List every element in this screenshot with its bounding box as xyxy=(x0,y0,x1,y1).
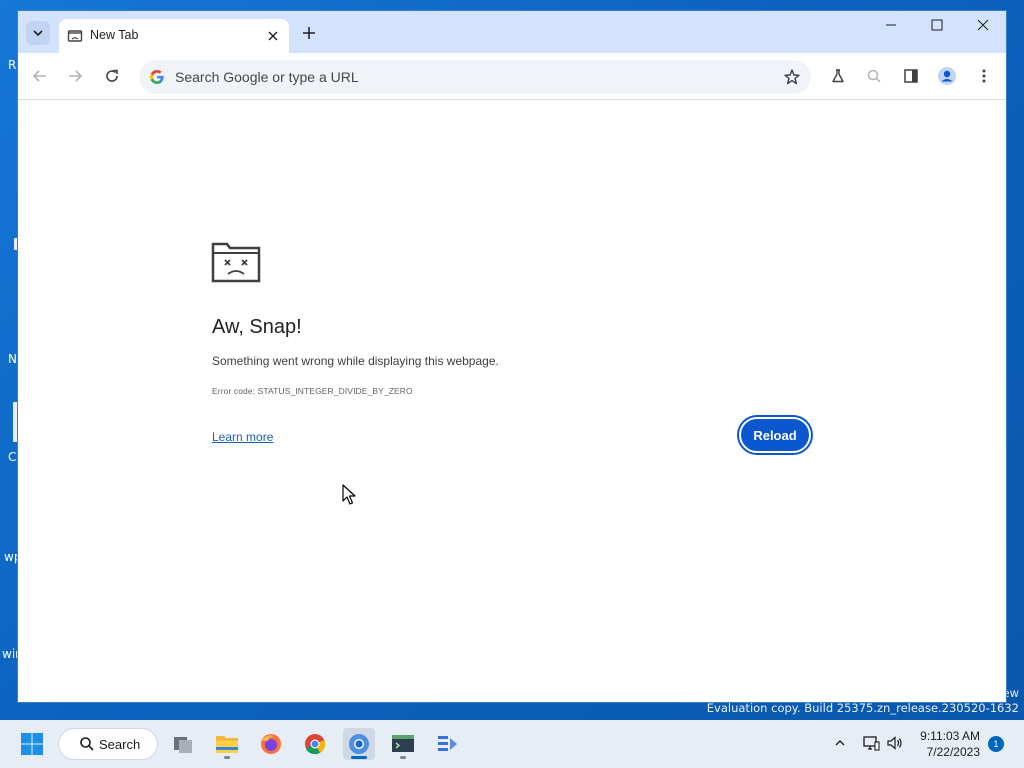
desktop-icon-label[interactable]: R xyxy=(8,58,16,72)
dev-app-button[interactable] xyxy=(431,728,463,760)
avatar-icon xyxy=(938,67,956,85)
chevron-up-icon xyxy=(835,740,845,746)
tab-close-button[interactable] xyxy=(263,26,283,46)
sad-tab-icon xyxy=(67,30,83,42)
error-code: Error code: STATUS_INTEGER_DIVIDE_BY_ZER… xyxy=(212,386,413,396)
omnibox[interactable] xyxy=(139,60,811,94)
zoom-button[interactable] xyxy=(862,64,886,88)
reload-button[interactable]: Reload xyxy=(739,417,811,453)
arrow-right-icon xyxy=(69,70,83,82)
chevron-down-icon xyxy=(33,30,43,37)
profile-button[interactable] xyxy=(935,64,959,88)
star-icon[interactable] xyxy=(783,68,801,86)
clock-date: 7/22/2023 xyxy=(926,745,980,759)
taskbar-search-label: Search xyxy=(99,737,141,752)
running-indicator xyxy=(224,756,230,759)
tab-search-button[interactable] xyxy=(26,21,50,45)
maximize-icon xyxy=(931,19,943,31)
task-view-button[interactable] xyxy=(167,728,199,760)
sad-folder-icon xyxy=(211,242,261,283)
chrome-button[interactable] xyxy=(299,728,331,760)
taskbar: Search 9:11:03 AM 7/22/2023 1 xyxy=(0,720,1024,768)
taskbar-search[interactable]: Search xyxy=(59,729,157,759)
close-icon xyxy=(977,19,989,31)
terminal-icon xyxy=(392,735,414,752)
file-explorer-button[interactable] xyxy=(211,728,243,760)
firefox-button[interactable] xyxy=(255,728,287,760)
dev-tools-icon xyxy=(438,736,457,751)
browser-window: New Tab Search Google or type a URL Aw, … xyxy=(18,11,1006,702)
show-hidden-icons-button[interactable] xyxy=(829,732,851,754)
network-button[interactable] xyxy=(860,732,882,754)
search-icon xyxy=(80,737,94,751)
running-indicator xyxy=(351,756,367,759)
search-icon xyxy=(867,69,881,83)
terminal-app-button[interactable] xyxy=(387,728,419,760)
error-page: Aw, Snap! Something went wrong while dis… xyxy=(18,100,1006,702)
close-window-button[interactable] xyxy=(960,11,1006,39)
desktop-icon-label[interactable]: N xyxy=(8,352,17,366)
firefox-icon xyxy=(261,734,281,754)
side-panel-icon xyxy=(904,69,918,83)
watermark-build: Evaluation copy. Build 25375.zn_release.… xyxy=(706,701,1019,715)
chrome-icon xyxy=(305,734,326,755)
desktop-icon-label[interactable]: C xyxy=(8,450,16,464)
menu-button[interactable] xyxy=(972,64,996,88)
tab-strip: New Tab xyxy=(18,11,1006,53)
learn-more-link[interactable]: Learn more xyxy=(212,430,273,444)
clock-time: 9:11:03 AM xyxy=(920,729,980,743)
reload-icon xyxy=(106,69,118,82)
new-tab-button[interactable] xyxy=(298,22,320,44)
chrome-icon xyxy=(349,734,369,754)
tab-new-tab[interactable]: New Tab xyxy=(59,19,289,53)
error-title: Aw, Snap! xyxy=(212,316,302,338)
reload-toolbar-button[interactable] xyxy=(100,64,124,88)
maximize-button[interactable] xyxy=(914,11,960,39)
notification-badge[interactable]: 1 xyxy=(988,736,1004,752)
close-icon xyxy=(268,31,278,41)
windows-start-icon[interactable] xyxy=(20,732,44,756)
speaker-icon xyxy=(887,736,902,750)
network-icon xyxy=(863,736,880,751)
task-view-icon xyxy=(174,737,192,753)
running-indicator xyxy=(400,756,406,759)
flask-icon xyxy=(832,69,844,83)
chrome-active-button[interactable] xyxy=(343,728,375,760)
side-panel-button[interactable] xyxy=(899,64,923,88)
folder-icon xyxy=(216,736,238,753)
browser-toolbar xyxy=(18,53,1006,99)
forward-button[interactable] xyxy=(63,64,87,88)
minimize-button[interactable] xyxy=(868,11,914,39)
minimize-icon xyxy=(886,24,896,26)
tab-title: New Tab xyxy=(90,28,139,42)
more-vertical-icon xyxy=(982,69,986,83)
plus-icon xyxy=(303,27,315,39)
google-icon xyxy=(150,70,164,84)
back-button[interactable] xyxy=(28,64,52,88)
omnibox-input[interactable] xyxy=(175,60,755,94)
error-message: Something went wrong while displaying th… xyxy=(212,354,499,368)
volume-button[interactable] xyxy=(884,732,906,754)
mouse-cursor-icon xyxy=(342,484,356,505)
labs-button[interactable] xyxy=(826,64,850,88)
arrow-left-icon xyxy=(32,70,46,82)
taskbar-clock[interactable]: 9:11:03 AM 7/22/2023 xyxy=(920,728,980,760)
